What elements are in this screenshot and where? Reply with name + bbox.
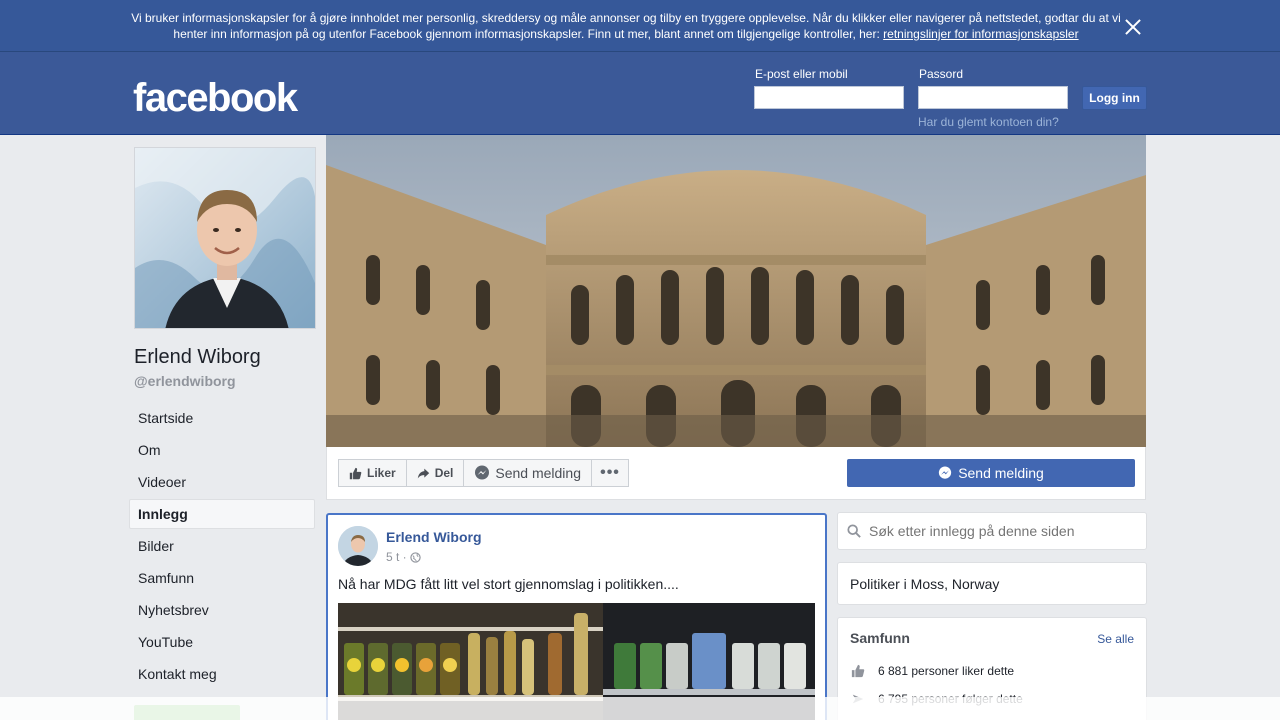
- category-card: Politiker i Moss, Norway: [837, 562, 1147, 605]
- cookie-banner-text: Vi bruker informasjonskapsler for å gjør…: [131, 11, 1121, 41]
- nav-item-innlegg[interactable]: Innlegg: [129, 499, 315, 529]
- like-label: Liker: [367, 466, 396, 480]
- share-arrow-icon: [417, 468, 429, 478]
- nav-item-bilder[interactable]: Bilder: [129, 531, 315, 561]
- see-all-link[interactable]: Se alle: [1097, 632, 1134, 646]
- share-button[interactable]: Del: [405, 459, 465, 487]
- profile-picture[interactable]: [134, 147, 316, 329]
- nav-item-om[interactable]: Om: [129, 435, 315, 465]
- search-input[interactable]: [869, 523, 1129, 539]
- more-options-button[interactable]: •••: [591, 459, 629, 487]
- page-search-box[interactable]: [837, 512, 1147, 550]
- forgot-account-link[interactable]: Har du glemt kontoen din?: [918, 115, 1059, 129]
- messenger-icon: [939, 466, 952, 479]
- likes-row: 6 881 personer liker dette: [850, 664, 1014, 678]
- page-action-bar: Liker Del Send melding ••• Send melding: [326, 447, 1146, 500]
- cookie-policy-link[interactable]: retningslinjer for informasjonskapsler: [883, 27, 1078, 41]
- message-label: Send melding: [495, 465, 581, 481]
- cover-building-illustration: [326, 135, 1146, 447]
- close-icon[interactable]: [1122, 16, 1144, 38]
- page-title: Erlend Wiborg: [134, 346, 261, 368]
- nav-item-videoer[interactable]: Videoer: [129, 467, 315, 497]
- post-meta: 5 t ·: [386, 550, 421, 564]
- avatar-photo: [338, 526, 378, 566]
- email-label: E-post eller mobil: [755, 67, 848, 81]
- profile-photo-illustration: [135, 148, 315, 328]
- page-handle: @erlendwiborg: [134, 373, 236, 389]
- send-message-button[interactable]: Send melding: [847, 459, 1135, 487]
- share-label: Del: [434, 466, 454, 480]
- password-field[interactable]: [918, 86, 1068, 109]
- like-button[interactable]: Liker: [338, 459, 407, 487]
- thumbs-up-icon: [851, 664, 865, 678]
- nav-item-nyhetsbrev[interactable]: Nyhetsbrev: [129, 595, 315, 625]
- message-button[interactable]: Send melding: [463, 459, 592, 487]
- send-message-label: Send melding: [958, 465, 1044, 481]
- likes-count: 6 881 personer liker dette: [878, 664, 1015, 678]
- category-text[interactable]: Politiker i Moss, Norway: [850, 576, 999, 592]
- nav-item-kontakt[interactable]: Kontakt meg: [129, 659, 315, 689]
- cookie-banner: Vi bruker informasjonskapsler for å gjør…: [0, 0, 1280, 52]
- action-button-group: Liker Del Send melding •••: [338, 459, 629, 487]
- community-title: Samfunn: [850, 630, 910, 646]
- thumbs-up-icon: [349, 467, 362, 479]
- bottom-overlay: [0, 697, 1280, 720]
- password-label: Passord: [919, 67, 964, 81]
- post-text: Nå har MDG fått litt vel stort gjennomsl…: [338, 576, 679, 592]
- avatar[interactable]: [338, 526, 378, 566]
- post-timestamp[interactable]: 5 t ·: [386, 550, 407, 564]
- email-field[interactable]: [754, 86, 904, 109]
- left-nav: Startside Om Videoer Innlegg Bilder Samf…: [129, 403, 315, 691]
- facebook-logo[interactable]: facebook: [133, 76, 298, 121]
- login-button[interactable]: Logg inn: [1082, 86, 1147, 110]
- cover-photo[interactable]: [326, 135, 1146, 447]
- post-card[interactable]: Erlend Wiborg 5 t · Nå har MDG fått litt…: [326, 513, 827, 720]
- top-header: facebook E-post eller mobil Passord Logg…: [0, 52, 1280, 135]
- search-icon: [847, 524, 861, 538]
- globe-icon: [409, 551, 421, 563]
- nav-item-samfunn[interactable]: Samfunn: [129, 563, 315, 593]
- nav-item-youtube[interactable]: YouTube: [129, 627, 315, 657]
- messenger-icon: [475, 465, 490, 480]
- post-author-link[interactable]: Erlend Wiborg: [386, 529, 482, 545]
- nav-item-startside[interactable]: Startside: [129, 403, 315, 433]
